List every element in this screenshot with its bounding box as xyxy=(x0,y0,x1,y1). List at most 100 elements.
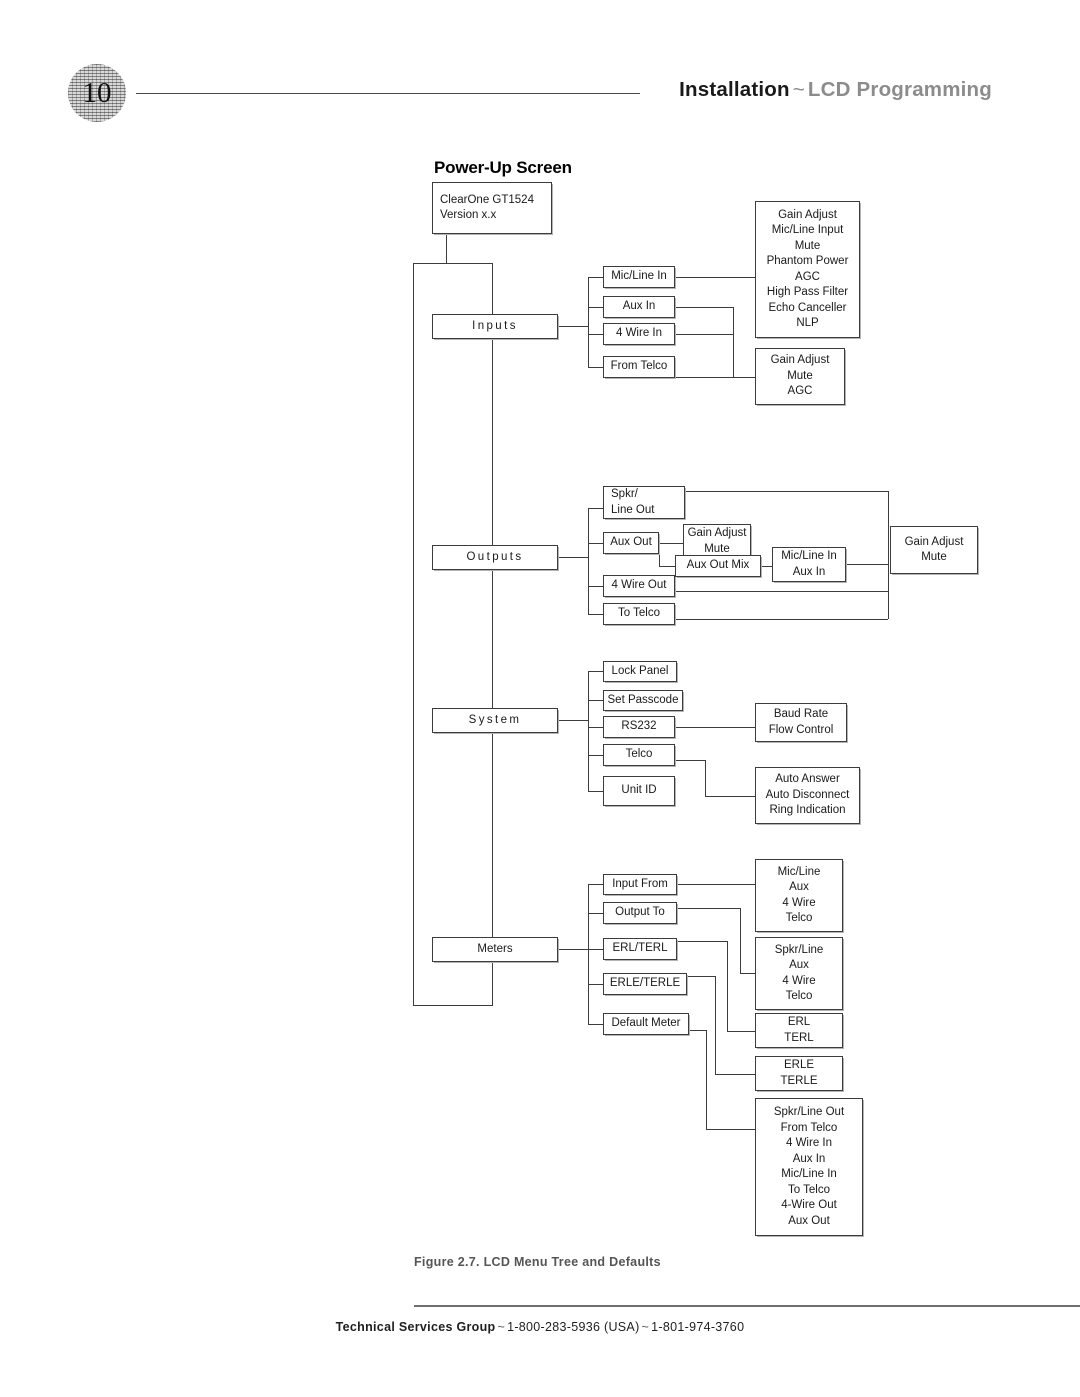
param-gain-adjust: Gain Adjust xyxy=(770,354,830,367)
node-output-meter-sources: Spkr/Line Aux 4 Wire Telco xyxy=(755,937,843,1010)
wire-fromtelco-to-params xyxy=(675,377,755,378)
wire-telco-to-params xyxy=(705,796,755,797)
value-4-wire-out: 4-Wire Out xyxy=(781,1199,837,1211)
node-erle-terle-label: ERLE/TERLE xyxy=(609,977,681,990)
wire-defaultmeter-drop xyxy=(706,1030,707,1129)
node-4-wire-in[interactable]: 4 Wire In xyxy=(603,323,675,345)
node-4-wire-in-label: 4 Wire In xyxy=(615,327,662,340)
node-from-telco[interactable]: From Telco xyxy=(603,356,675,378)
param-mute: Mute xyxy=(921,551,947,563)
node-lock-panel-label: Lock Panel xyxy=(611,664,669,677)
root-line-2: Version x.x xyxy=(440,209,497,221)
wire-mixsources-to-common xyxy=(846,564,888,565)
power-up-screen-heading: Power-Up Screen xyxy=(434,158,572,177)
value-aux-out: Aux Out xyxy=(788,1214,830,1227)
param-agc: AGC xyxy=(795,270,820,283)
wire-meters-to-erlterl xyxy=(588,949,603,950)
node-set-passcode[interactable]: Set Passcode xyxy=(603,690,683,711)
node-input-from[interactable]: Input From xyxy=(603,874,677,895)
node-aux-out-mix[interactable]: Aux Out Mix xyxy=(675,555,761,577)
wire-bus-spine xyxy=(492,263,493,1005)
param-flow-control: Flow Control xyxy=(768,723,834,736)
node-4-wire-out-label: 4 Wire Out xyxy=(611,579,667,592)
wire-outputs-riser xyxy=(588,508,589,614)
wire-system-to-setpasscode xyxy=(588,700,603,701)
wire-inputs-out xyxy=(558,326,588,327)
wire-inputs-to-fromtelco xyxy=(588,367,603,368)
footer-phone-usa: 1-800-283-5936 (USA) xyxy=(507,1320,640,1334)
node-telco-input-params: Gain Adjust Mute AGC xyxy=(755,348,845,405)
node-4-wire-out[interactable]: 4 Wire Out xyxy=(603,575,675,597)
wire-bus-bottom xyxy=(413,1005,493,1006)
node-unit-id[interactable]: Unit ID xyxy=(603,776,675,806)
source-aux: Aux xyxy=(789,881,809,893)
footer: Technical Services Group ~1-800-283-5936 … xyxy=(0,1320,1080,1334)
wire-bus-top xyxy=(413,263,493,264)
wire-erleterle-run xyxy=(687,976,715,977)
value-4-wire-in: 4 Wire In xyxy=(785,1137,832,1149)
value-erle: ERLE xyxy=(783,1059,815,1071)
footer-label: Technical Services Group xyxy=(335,1320,496,1334)
node-aux-out[interactable]: Aux Out xyxy=(603,532,659,554)
param-agc: AGC xyxy=(787,385,813,398)
wire-common-collector xyxy=(888,491,889,619)
node-aux-in[interactable]: Aux In xyxy=(603,296,675,318)
param-baud-rate: Baud Rate xyxy=(773,708,829,720)
wire-meters-riser xyxy=(588,884,589,1024)
wire-meters-to-outputto xyxy=(588,913,603,914)
node-mic-line-in[interactable]: Mic/Line In xyxy=(603,266,675,288)
node-rs232-params: Baud Rate Flow Control xyxy=(755,703,847,742)
node-erle-terle[interactable]: ERLE/TERLE xyxy=(603,973,687,995)
wire-outputs-out xyxy=(558,557,588,558)
node-output-to[interactable]: Output To xyxy=(603,902,677,924)
node-rs232-label: RS232 xyxy=(621,720,657,733)
node-unit-id-label: Unit ID xyxy=(621,784,657,797)
wire-defaultmeter-to-values xyxy=(706,1129,755,1130)
wire-micline-to-params xyxy=(675,277,755,278)
node-telco[interactable]: Telco xyxy=(603,744,675,766)
value-from-telco: From Telco xyxy=(780,1121,838,1134)
wire-outputs-to-spkr xyxy=(588,508,603,509)
wire-meters-out xyxy=(558,949,588,950)
param-mic-line-input: Mic/Line Input xyxy=(771,224,844,236)
source-4-wire: 4 Wire xyxy=(782,896,816,909)
node-spkr-line-out[interactable]: Spkr/ Line Out xyxy=(603,486,685,519)
wire-telco-out xyxy=(675,760,705,761)
source-mic-line: Mic/Line xyxy=(777,865,821,878)
node-default-meter-values: Spkr/Line Out From Telco 4 Wire In Aux I… xyxy=(755,1098,863,1236)
node-erl-terl[interactable]: ERL/TERL xyxy=(603,938,677,960)
node-input-from-label: Input From xyxy=(612,877,668,890)
node-aux-out-params: Gain Adjust Mute xyxy=(683,524,751,559)
node-lock-panel[interactable]: Lock Panel xyxy=(603,661,677,682)
node-to-telco-label: To Telco xyxy=(618,607,660,620)
node-erl-terl-values: ERL TERL xyxy=(755,1013,843,1048)
wire-outputto-drop xyxy=(740,908,741,973)
node-to-telco[interactable]: To Telco xyxy=(603,603,675,625)
wire-meters-to-erleterle xyxy=(588,984,603,985)
node-inputs[interactable]: Inputs xyxy=(432,314,558,339)
wire-auxout-drop xyxy=(659,554,660,566)
param-mute: Mute xyxy=(787,369,813,382)
node-meters[interactable]: Meters xyxy=(432,937,558,962)
value-aux-in: Aux In xyxy=(792,1152,826,1165)
node-system-label: System xyxy=(468,713,522,726)
wire-auxout-to-params xyxy=(659,543,683,544)
node-system[interactable]: System xyxy=(432,708,558,733)
wire-inputs-join-riser xyxy=(733,307,734,377)
figure-caption: Figure 2.7. LCD Menu Tree and Defaults xyxy=(414,1255,661,1269)
footer-tilde-1: ~ xyxy=(497,1320,506,1334)
param-ring-indication: Ring Indication xyxy=(769,804,846,817)
wire-erleterle-drop xyxy=(715,976,716,1074)
node-mic-line-in-label: Mic/Line In xyxy=(611,270,667,283)
param-mute: Mute xyxy=(794,239,821,252)
node-aux-in-label: Aux In xyxy=(622,300,656,313)
footer-divider xyxy=(414,1305,1080,1307)
node-default-meter[interactable]: Default Meter xyxy=(603,1013,689,1035)
value-to-telco: To Telco xyxy=(788,1183,830,1196)
node-aux-out-mix-label: Aux Out Mix xyxy=(686,559,750,572)
value-terl: TERL xyxy=(784,1031,814,1044)
node-rs232[interactable]: RS232 xyxy=(603,716,675,738)
param-nlp: NLP xyxy=(796,317,819,329)
node-outputs[interactable]: Outputs xyxy=(432,545,558,570)
wire-inputs-to-4wirein xyxy=(588,334,603,335)
